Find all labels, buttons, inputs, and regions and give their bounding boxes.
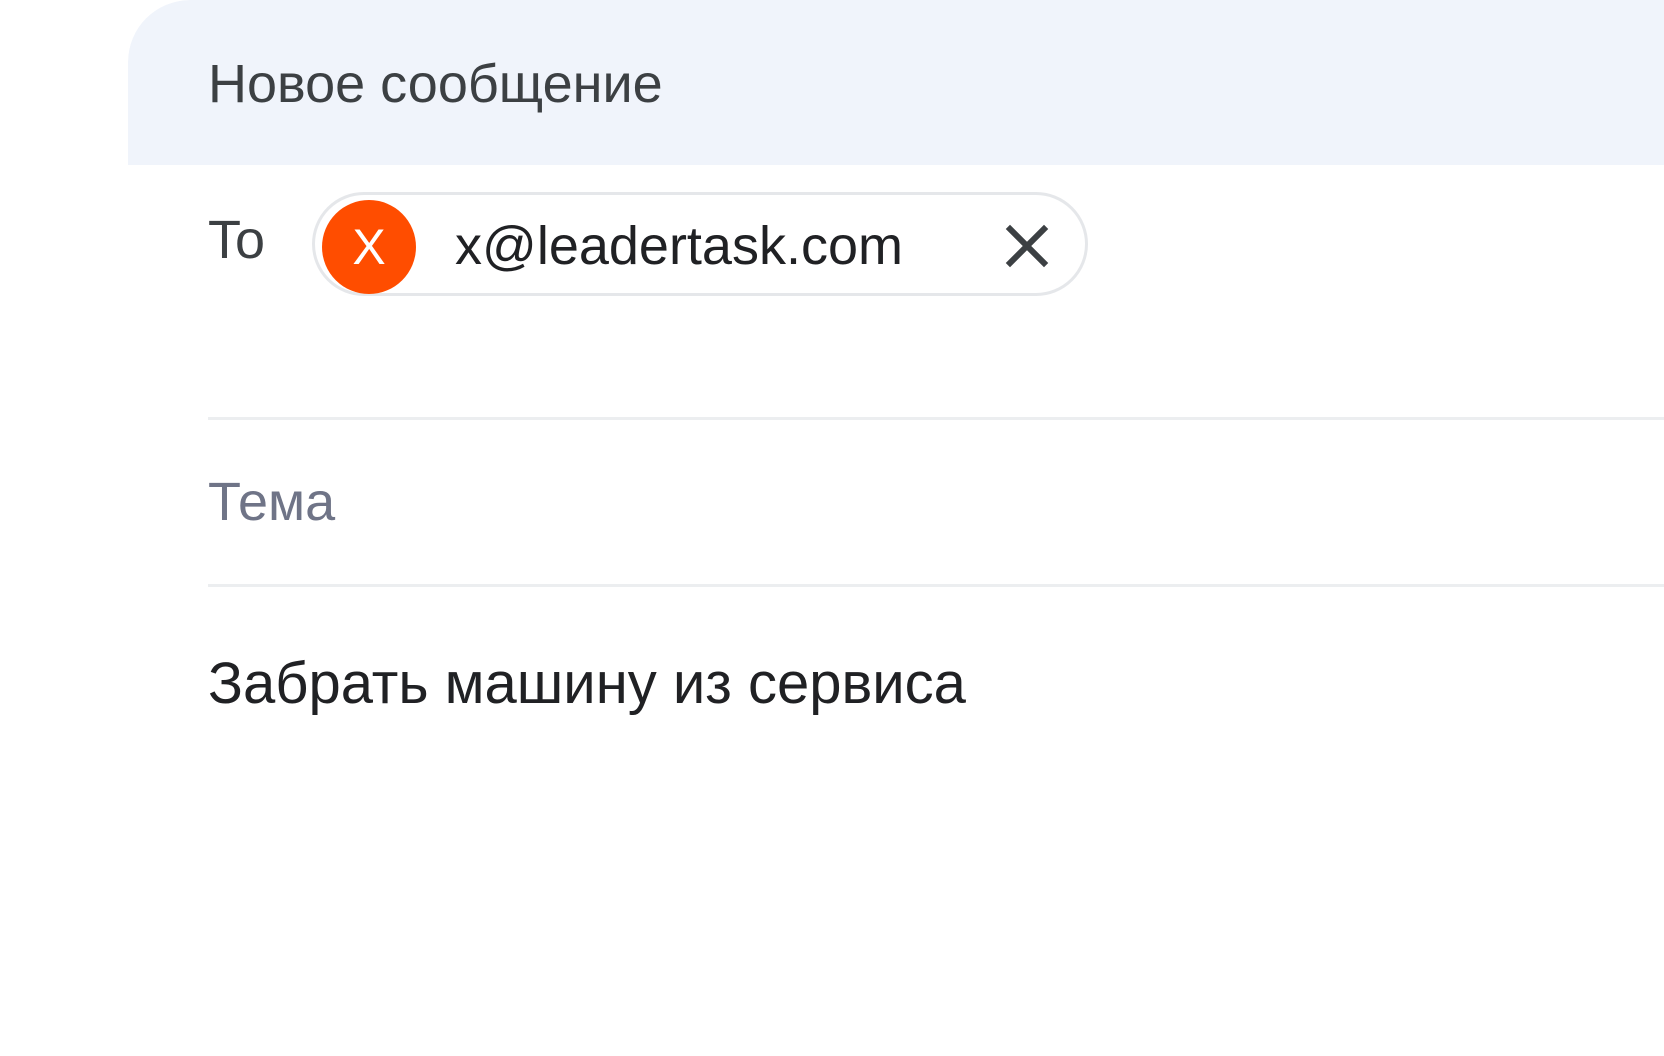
to-row: To X x@leadertask.com: [208, 188, 1648, 300]
recipient-email: x@leadertask.com: [455, 216, 903, 276]
recipient-avatar: X: [322, 200, 416, 294]
subject-input[interactable]: [208, 462, 1664, 542]
subject-divider: [208, 584, 1664, 587]
compose-title: Новое сообщение: [208, 54, 663, 114]
to-label: To: [208, 210, 266, 270]
compose-header: Новое сообщение: [128, 0, 1664, 165]
compose-window: Новое сообщение To X x@leadertask.com За…: [128, 0, 1664, 1056]
message-body[interactable]: Забрать машину из сервиса: [208, 648, 1664, 948]
recipient-chip[interactable]: X x@leadertask.com: [312, 192, 1088, 296]
close-icon: [1005, 224, 1049, 268]
remove-recipient-button[interactable]: [998, 217, 1056, 275]
to-field-divider: [208, 417, 1664, 420]
